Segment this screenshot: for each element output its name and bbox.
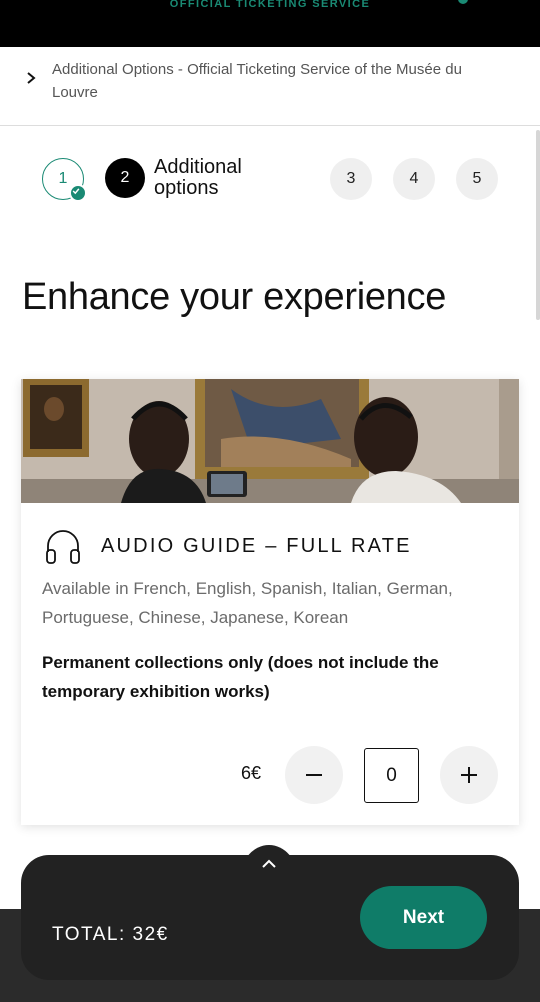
breadcrumb[interactable]: Additional Options - Official Ticketing … [0,47,540,126]
product-note: Permanent collections only (does not inc… [42,653,439,701]
step-2-label-line1: Additional [154,156,242,178]
step-2: 2 [105,158,145,198]
minus-icon [306,774,322,776]
product-image [21,379,519,503]
headphones-icon [46,530,80,564]
product-card: AUDIO GUIDE – FULL RATE Available in Fre… [21,379,519,825]
step-5: 5 [456,158,498,200]
increase-quantity-button[interactable] [440,746,498,804]
chevron-up-icon[interactable] [261,856,277,872]
decrease-quantity-button[interactable] [285,746,343,804]
product-title: AUDIO GUIDE – FULL RATE [101,534,412,557]
checkmark-icon [69,184,87,202]
product-title-row: AUDIO GUIDE – FULL RATE [43,526,412,566]
progress-stepper: 1 2 Additional options 3 4 5 [0,126,540,230]
step-3: 3 [330,158,372,200]
plus-icon [461,767,477,783]
product-price: 6€ [241,763,262,783]
top-header: OFFICIAL TICKETING SERVICE [0,0,540,47]
step-2-label-line2: options [154,177,219,199]
step-1-number: 1 [58,170,68,187]
scrollbar[interactable] [536,130,540,320]
step-2-label: Additional options [154,157,242,199]
step-4-number: 4 [409,170,419,187]
quantity-input[interactable]: 0 [364,748,419,803]
step-3-number: 3 [346,170,356,187]
page-title: Enhance your experience [22,276,447,318]
chevron-right-icon [27,72,36,84]
next-button[interactable]: Next [360,886,487,949]
step-5-number: 5 [472,170,482,187]
product-description: Available in French, English, Spanish, I… [42,579,453,627]
step-2-number: 2 [120,169,130,186]
step-1[interactable]: 1 [42,158,87,202]
breadcrumb-text: Additional Options - Official Ticketing … [52,61,462,101]
order-total: TOTAL: 32€ [52,924,169,945]
step-4: 4 [393,158,435,200]
